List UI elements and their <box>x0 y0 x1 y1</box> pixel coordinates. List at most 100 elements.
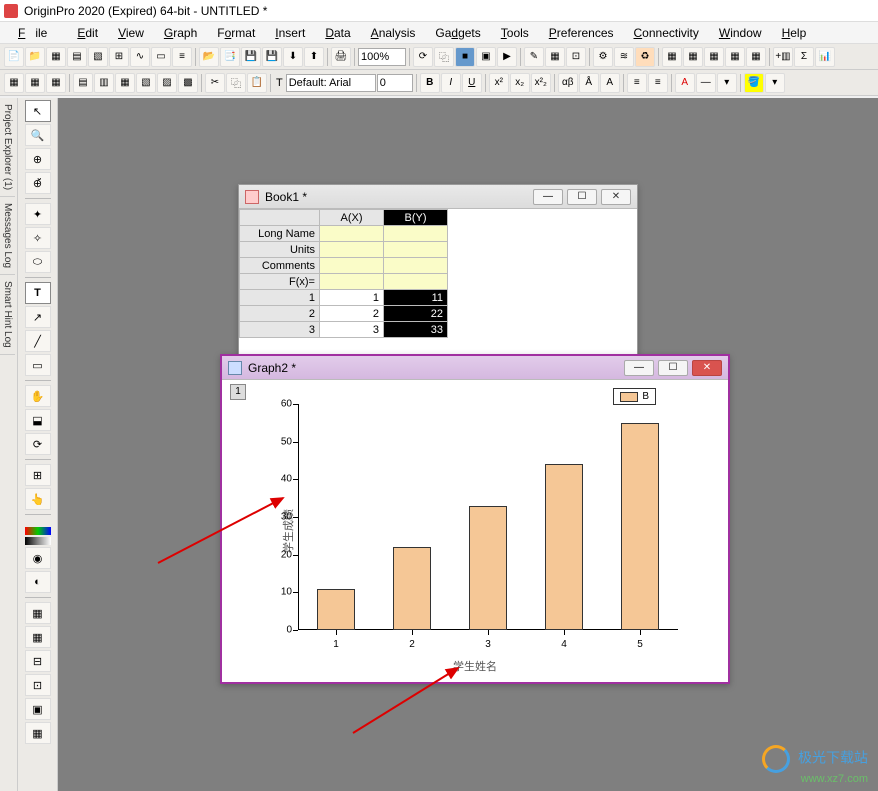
copy-button[interactable]: ⿻ <box>226 73 246 93</box>
supsub-button[interactable]: x²₂ <box>531 73 551 93</box>
style5-button[interactable]: ▨ <box>157 73 177 93</box>
open-template-button[interactable]: 📑 <box>220 47 240 67</box>
region-tool[interactable]: ⬭ <box>25 251 51 273</box>
menu-insert[interactable]: Insert <box>265 24 315 42</box>
subscript-button[interactable]: x₂ <box>510 73 530 93</box>
graph-titlebar[interactable]: Graph2 * — ☐ ✕ <box>222 356 728 380</box>
menu-graph[interactable]: Graph <box>154 24 207 42</box>
font-color-button[interactable]: A <box>675 73 695 93</box>
app5-button[interactable]: ▦ <box>746 47 766 67</box>
row-fx[interactable]: F(x)= <box>240 274 320 290</box>
menu-connectivity[interactable]: Connectivity <box>624 24 709 42</box>
cell-a2[interactable]: 2 <box>320 306 384 322</box>
rescale-tool[interactable]: 👆 <box>25 488 51 510</box>
video-button[interactable]: ▶ <box>497 47 517 67</box>
app3-button[interactable]: ▦ <box>704 47 724 67</box>
fill-color-button[interactable]: 🪣 <box>744 73 764 93</box>
bar[interactable] <box>621 423 659 630</box>
cell-b3[interactable]: 33 <box>384 322 448 338</box>
workbook-minimize-button[interactable]: — <box>533 189 563 205</box>
row-3[interactable]: 3 <box>240 322 320 338</box>
style6-button[interactable]: ▩ <box>178 73 198 93</box>
mask-tool[interactable]: ✦ <box>25 203 51 225</box>
style3-button[interactable]: ▦ <box>115 73 135 93</box>
legend[interactable]: B <box>613 388 656 405</box>
menu-format[interactable]: Format <box>207 24 265 42</box>
corner-cell[interactable] <box>240 210 320 226</box>
map-tool-3[interactable]: ⊟ <box>25 650 51 672</box>
x-axis-label[interactable]: 学生姓名 <box>453 658 497 674</box>
font-size-combo[interactable] <box>377 74 413 92</box>
menu-view[interactable]: View <box>108 24 154 42</box>
tool2-button[interactable]: ⊡ <box>566 47 586 67</box>
layer-tag[interactable]: 1 <box>230 384 246 400</box>
underline-button[interactable]: U <box>462 73 482 93</box>
graph-maximize-button[interactable]: ☐ <box>658 360 688 376</box>
row-1[interactable]: 1 <box>240 290 320 306</box>
code-builder-button[interactable]: ⚙ <box>593 47 613 67</box>
more2-button[interactable]: ▾ <box>765 73 785 93</box>
zoom-tool[interactable]: 🔍 <box>25 124 51 146</box>
bar[interactable] <box>393 547 431 630</box>
new-function-button[interactable]: ∿ <box>130 47 150 67</box>
line-color-button[interactable]: — <box>696 73 716 93</box>
import-button[interactable]: ⬇ <box>283 47 303 67</box>
menu-tools[interactable]: Tools <box>491 24 539 42</box>
menu-window[interactable]: Window <box>709 24 772 42</box>
scale-tool[interactable]: ⬓ <box>25 409 51 431</box>
recalc-button[interactable]: ♻ <box>635 47 655 67</box>
palette-tool-1[interactable]: ◉ <box>25 547 51 569</box>
pan-tool[interactable]: ✋ <box>25 385 51 407</box>
menu-help[interactable]: Help <box>772 24 817 42</box>
italic-button[interactable]: I <box>441 73 461 93</box>
grid3-button[interactable]: ▦ <box>46 73 66 93</box>
bar[interactable] <box>469 506 507 630</box>
duplicate-button[interactable]: ⿻ <box>434 47 454 67</box>
reader-tool[interactable]: ⊕ <box>25 148 51 170</box>
save-template-button[interactable]: 💾 <box>262 47 282 67</box>
menu-file[interactable]: File <box>8 24 67 42</box>
insert-tool[interactable]: ⊞ <box>25 464 51 486</box>
menu-gadgets[interactable]: Gadgets <box>425 24 490 42</box>
graph-canvas[interactable]: 1 B 学生成绩 学生姓名 010203040506012345 <box>222 380 728 682</box>
new-graph-button[interactable]: ▧ <box>88 47 108 67</box>
new-excel-button[interactable]: ▤ <box>67 47 87 67</box>
map-tool-6[interactable]: ▦ <box>25 722 51 744</box>
draw-tool[interactable]: ✧ <box>25 227 51 249</box>
greek-button[interactable]: αβ <box>558 73 578 93</box>
project-explorer-tab[interactable]: Project Explorer (1) <box>0 98 15 197</box>
messages-log-tab[interactable]: Messages Log <box>0 197 15 275</box>
digitize-button[interactable]: ✎ <box>524 47 544 67</box>
increase-font-button[interactable]: Å <box>579 73 599 93</box>
map-tool-5[interactable]: ▣ <box>25 698 51 720</box>
rotate-tool[interactable]: ⟳ <box>25 433 51 455</box>
graph-close-button[interactable]: ✕ <box>692 360 722 376</box>
grid2-button[interactable]: ▦ <box>25 73 45 93</box>
row-2[interactable]: 2 <box>240 306 320 322</box>
map-tool-2[interactable]: ▦ <box>25 626 51 648</box>
add-col-button[interactable]: +▥ <box>773 47 793 67</box>
new-notes-button[interactable]: ≡ <box>172 47 192 67</box>
new-project-button[interactable]: 📄 <box>4 47 24 67</box>
workbook-close-button[interactable]: ✕ <box>601 189 631 205</box>
bold-button[interactable]: B <box>420 73 440 93</box>
export-button[interactable]: ⬆ <box>304 47 324 67</box>
workbook-maximize-button[interactable]: ☐ <box>567 189 597 205</box>
arrow-tool[interactable]: ↗ <box>25 306 51 328</box>
palette-row-1[interactable] <box>25 527 51 535</box>
palette-tool-2[interactable]: ◐ <box>25 571 51 593</box>
new-matrix-button[interactable]: ⊞ <box>109 47 129 67</box>
print-button[interactable]: 🖨 <box>331 47 351 67</box>
map-tool-4[interactable]: ⊡ <box>25 674 51 696</box>
menu-edit[interactable]: Edit <box>67 24 108 42</box>
workbook-grid[interactable]: A(X) B(Y) Long Name Units Comments F(x)=… <box>239 209 448 338</box>
cell-a3[interactable]: 3 <box>320 322 384 338</box>
tool1-button[interactable]: ▦ <box>545 47 565 67</box>
text-tool[interactable]: T <box>25 282 51 304</box>
menu-data[interactable]: Data <box>315 24 360 42</box>
graph-window[interactable]: Graph2 * — ☐ ✕ 1 B 学生成绩 学生姓名 01020304050… <box>220 354 730 684</box>
rect-tool[interactable]: ▭ <box>25 354 51 376</box>
row-units[interactable]: Units <box>240 242 320 258</box>
paste-button[interactable]: 📋 <box>247 73 267 93</box>
cell-a1[interactable]: 1 <box>320 290 384 306</box>
